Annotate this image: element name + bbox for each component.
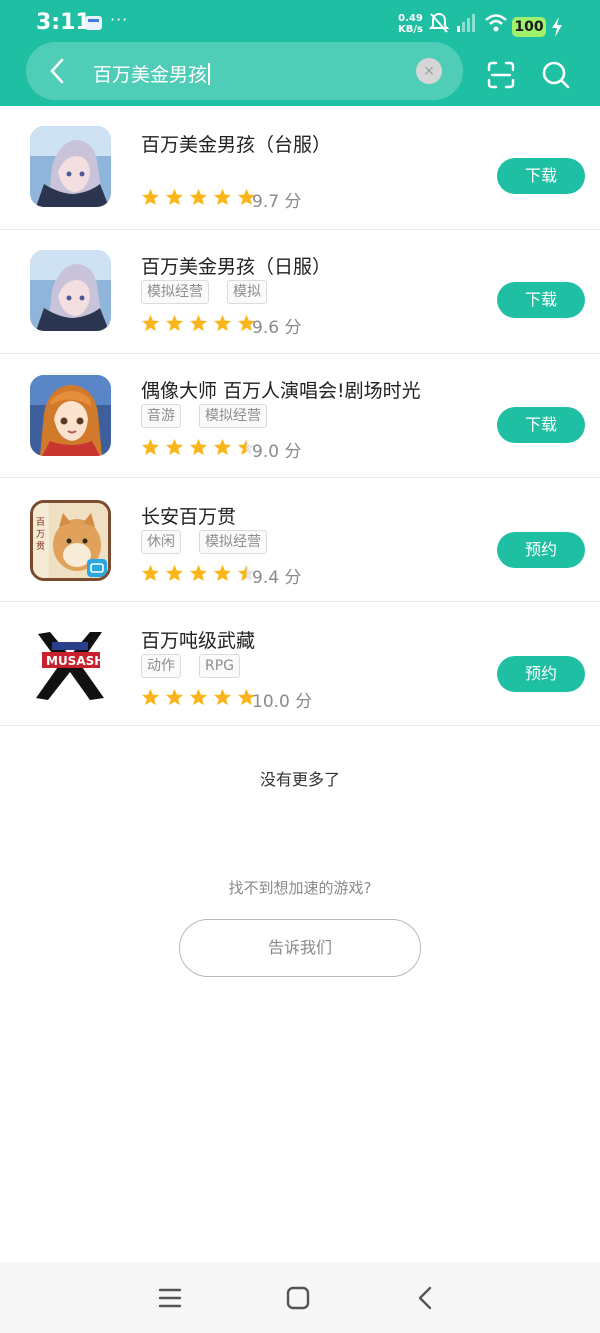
signal-icon bbox=[457, 14, 475, 32]
cat-game-icon[interactable]: 百 万 贯 bbox=[30, 500, 111, 581]
rating-score: 9.0 分 bbox=[252, 442, 302, 462]
rating-stars bbox=[141, 314, 256, 333]
mail-notification-icon bbox=[85, 16, 102, 30]
star-full-icon bbox=[189, 188, 208, 206]
tag: 模拟经营 bbox=[199, 404, 267, 428]
tag-list: 音游 模拟经营 bbox=[141, 404, 267, 428]
app-name[interactable]: 百万美金男孩（日服） bbox=[141, 252, 331, 279]
tag: 模拟 bbox=[227, 280, 267, 304]
idol-girl-icon[interactable] bbox=[30, 375, 111, 456]
star-full-icon bbox=[189, 438, 208, 456]
tell-us-button[interactable]: 告诉我们 bbox=[179, 919, 421, 977]
star-full-icon bbox=[165, 438, 184, 456]
rating-score: 9.7 分 bbox=[252, 192, 302, 212]
search-icon[interactable] bbox=[541, 60, 571, 90]
mute-icon bbox=[429, 12, 449, 33]
tag: 模拟经营 bbox=[141, 280, 209, 304]
star-full-icon bbox=[189, 688, 208, 706]
cant-find-prompt: 找不到想加速的游戏? bbox=[228, 879, 372, 897]
tag: RPG bbox=[199, 654, 241, 678]
result-item[interactable]: MUSASHI 百万吨级武藏 动作 RPG 10.0 分 预约 bbox=[0, 602, 600, 726]
status-time: 3:11 bbox=[36, 10, 91, 35]
rating-score: 10.0 分 bbox=[252, 692, 313, 712]
back-icon[interactable] bbox=[44, 56, 70, 86]
reserve-button[interactable]: 预约 bbox=[497, 532, 585, 568]
svg-text:百: 百 bbox=[36, 517, 45, 528]
tag-list: 模拟经营 模拟 bbox=[141, 280, 267, 304]
result-item[interactable]: 百 万 贯 长安百万贯 休闲 模拟经营 9.4 分 预约 bbox=[0, 478, 600, 602]
download-button[interactable]: 下载 bbox=[497, 158, 585, 194]
charging-icon bbox=[552, 17, 562, 37]
star-full-icon bbox=[141, 688, 160, 706]
svg-text:贯: 贯 bbox=[36, 541, 45, 552]
star-full-icon bbox=[141, 564, 160, 582]
star-full-icon bbox=[213, 188, 232, 206]
reserve-button[interactable]: 预约 bbox=[497, 656, 585, 692]
anime-character-icon[interactable] bbox=[30, 126, 111, 207]
header-bar: 3:11 ··· 0.49 KB/s 100 百万美金男孩 × bbox=[0, 0, 600, 106]
svg-text:万: 万 bbox=[36, 530, 45, 540]
rating-score: 9.4 分 bbox=[252, 568, 302, 588]
rating-stars bbox=[141, 438, 256, 457]
star-full-icon bbox=[141, 438, 160, 456]
app-name[interactable]: 偶像大师 百万人演唱会!剧场时光 bbox=[141, 376, 421, 403]
network-speed-unit: KB/s bbox=[398, 24, 423, 35]
tag: 动作 bbox=[141, 654, 181, 678]
network-speed-value: 0.49 bbox=[398, 13, 423, 24]
scan-icon[interactable] bbox=[486, 60, 516, 90]
result-item[interactable]: 百万美金男孩（日服） 模拟经营 模拟 9.6 分 下载 bbox=[0, 230, 600, 354]
no-more-results: 没有更多了 bbox=[259, 770, 340, 789]
star-full-icon bbox=[213, 438, 232, 456]
svg-text:MUSASHI: MUSASHI bbox=[46, 654, 109, 668]
star-full-icon bbox=[213, 314, 232, 332]
tag: 音游 bbox=[141, 404, 181, 428]
result-item[interactable]: 百万美金男孩（台服） 9.7 分 下载 bbox=[0, 106, 600, 230]
musashi-logo-icon[interactable]: MUSASHI bbox=[30, 624, 111, 705]
star-full-icon bbox=[141, 188, 160, 206]
battery-indicator: 100 bbox=[512, 17, 546, 37]
search-query: 百万美金男孩 bbox=[93, 64, 208, 86]
download-button[interactable]: 下载 bbox=[497, 407, 585, 443]
home-icon[interactable] bbox=[284, 1284, 312, 1312]
status-bar: 3:11 ··· 0.49 KB/s 100 bbox=[0, 0, 600, 40]
rating-score: 9.6 分 bbox=[252, 318, 302, 338]
app-name[interactable]: 长安百万贯 bbox=[141, 502, 236, 529]
star-full-icon bbox=[213, 688, 232, 706]
tag-list: 休闲 模拟经营 bbox=[141, 530, 267, 554]
search-input[interactable]: 百万美金男孩 bbox=[93, 60, 211, 87]
star-full-icon bbox=[213, 564, 232, 582]
menu-icon[interactable] bbox=[156, 1284, 184, 1312]
star-full-icon bbox=[165, 314, 184, 332]
more-notifications-indicator: ··· bbox=[110, 10, 129, 29]
rating-stars bbox=[141, 564, 256, 583]
app-name[interactable]: 百万吨级武藏 bbox=[141, 626, 255, 653]
app-name[interactable]: 百万美金男孩（台服） bbox=[141, 130, 331, 157]
clear-search-icon[interactable]: × bbox=[416, 58, 442, 84]
text-cursor bbox=[208, 63, 211, 85]
tag: 休闲 bbox=[141, 530, 181, 554]
star-full-icon bbox=[189, 314, 208, 332]
tag: 模拟经营 bbox=[199, 530, 267, 554]
anime-character-icon[interactable] bbox=[30, 250, 111, 331]
rating-stars bbox=[141, 688, 256, 707]
back-nav-icon[interactable] bbox=[412, 1284, 440, 1312]
network-speed: 0.49 KB/s bbox=[398, 13, 423, 35]
search-bar[interactable] bbox=[26, 42, 463, 100]
wifi-icon bbox=[485, 14, 507, 32]
rating-stars bbox=[141, 188, 256, 207]
star-full-icon bbox=[165, 688, 184, 706]
system-navigation-bar bbox=[0, 1262, 600, 1333]
star-full-icon bbox=[165, 564, 184, 582]
star-full-icon bbox=[165, 188, 184, 206]
download-button[interactable]: 下载 bbox=[497, 282, 585, 318]
star-full-icon bbox=[141, 314, 160, 332]
result-item[interactable]: 偶像大师 百万人演唱会!剧场时光 音游 模拟经营 9.0 分 下载 bbox=[0, 354, 600, 478]
star-full-icon bbox=[189, 564, 208, 582]
tag-list: 动作 RPG bbox=[141, 654, 241, 678]
